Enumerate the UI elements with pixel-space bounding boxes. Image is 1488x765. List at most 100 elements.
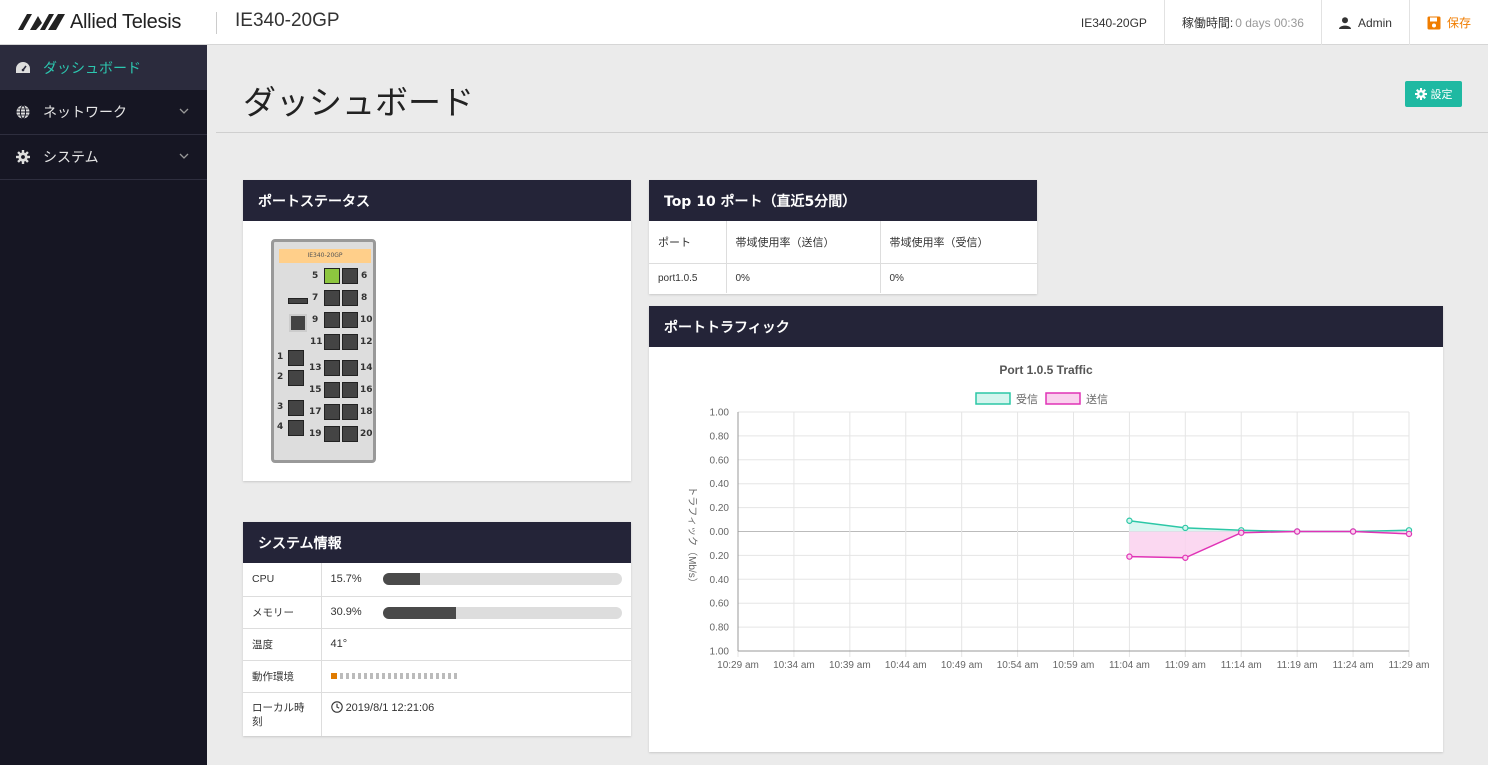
legend-swatch [975, 392, 1011, 405]
cpu-label: CPU [243, 563, 322, 597]
temperature-label: 温度 [243, 628, 322, 661]
sidebar-item-network[interactable]: ネットワーク [0, 90, 207, 135]
column-header[interactable]: 帯域使用率（送信） [726, 221, 881, 264]
header-divider [216, 12, 217, 34]
switch-faceplate: IE340-20GP 1 2 3 4 5 6 7 8 9 10 11 12 13… [271, 239, 376, 463]
y-tick-label: 0.40 [710, 479, 730, 490]
port-number: 2 [277, 372, 284, 382]
header-right: IE340-20GP 稼働時間: 0 days 00:36 Admin 保存 [1064, 0, 1488, 45]
port-5[interactable] [324, 268, 340, 284]
port-8[interactable] [342, 290, 358, 306]
system-info-panel: システム情報 CPU 15.7% メモリー 30.9% 温度 41° 動作環境 [243, 522, 631, 736]
gear-icon [1414, 88, 1427, 100]
port-19[interactable] [324, 426, 340, 442]
port-4[interactable] [288, 420, 304, 436]
port-18[interactable] [342, 404, 358, 420]
panel-title: ポートステータス [243, 180, 631, 221]
port-15[interactable] [324, 382, 340, 398]
panel-title: Top 10 ポート（直近5分間） [649, 180, 1037, 221]
port-number: 8 [361, 293, 368, 303]
data-point [1405, 530, 1413, 538]
save-button[interactable]: 保存 [1408, 0, 1488, 45]
data-point [1349, 528, 1357, 535]
x-tick-label: 11:04 am [1109, 660, 1150, 671]
user-menu[interactable]: Admin [1320, 0, 1409, 45]
chart-legend: 受信 送信 [975, 392, 1108, 406]
chevron-down-icon [179, 149, 189, 162]
allied-telesis-logo-icon [18, 14, 65, 30]
port-7[interactable] [324, 290, 340, 306]
x-tick-label: 10:54 am [997, 660, 1039, 671]
x-tick-label: 10:39 am [829, 660, 871, 671]
table-cell: 0% [889, 272, 904, 284]
port-20[interactable] [342, 426, 358, 442]
port-17[interactable] [324, 404, 340, 420]
sidebar-item-label: ダッシュボード [43, 60, 141, 77]
port-number: 11 [310, 337, 323, 347]
user-icon [1338, 16, 1351, 29]
port-number: 9 [312, 315, 319, 325]
x-tick-label: 10:29 am [717, 660, 759, 671]
column-header[interactable]: ポート [649, 221, 727, 264]
uptime: 稼働時間: 0 days 00:36 [1163, 0, 1321, 45]
device-title: IE340-20GP [235, 10, 340, 31]
settings-button[interactable]: 設定 [1405, 81, 1462, 107]
dashboard-icon [15, 60, 31, 76]
port-number: 4 [277, 422, 284, 432]
settings-label: 設定 [1430, 88, 1453, 101]
uptime-value: 0 days 00:36 [1235, 15, 1304, 30]
port-number: 16 [360, 385, 373, 395]
port-1[interactable] [288, 350, 304, 366]
memory-bar [382, 606, 622, 619]
data-point [1293, 528, 1301, 535]
port-slot [288, 298, 308, 304]
memory-bar-fill [382, 606, 457, 619]
legend-label: 受信 [1016, 393, 1038, 406]
port-number: 15 [309, 385, 322, 395]
cpu-value: 15.7% [330, 573, 362, 586]
port-number: 3 [277, 402, 284, 412]
table-row: メモリー 30.9% [243, 596, 631, 629]
sidebar-item-dashboard[interactable]: ダッシュボード [0, 45, 207, 90]
port-16[interactable] [342, 382, 358, 398]
port-14[interactable] [342, 360, 358, 376]
port-number: 19 [309, 429, 322, 439]
port-9[interactable] [324, 312, 340, 328]
port-status-panel: ポートステータス IE340-20GP 1 2 3 4 5 6 7 8 9 10… [243, 180, 631, 481]
x-tick-label: 11:14 am [1221, 660, 1262, 671]
memory-cell: 30.9% [321, 596, 631, 629]
port-11[interactable] [324, 334, 340, 350]
port-number: 14 [360, 363, 373, 373]
chart-grid [737, 411, 1410, 657]
x-tick-label: 11:09 am [1165, 660, 1206, 671]
environment-label: 動作環境 [243, 660, 322, 693]
port-number: 7 [312, 293, 319, 303]
brand-name: Allied Telesis [70, 10, 182, 33]
port-9-left[interactable] [289, 314, 307, 332]
title-divider [216, 132, 1488, 133]
top10-table: ポート 帯域使用率（送信） 帯域使用率（受信） port1.0.5 0% 0% [649, 221, 1037, 293]
port-number: 1 [277, 352, 284, 362]
port-number: 17 [309, 407, 322, 417]
port-number: 6 [361, 271, 368, 281]
x-tick-label: 11:24 am [1333, 660, 1374, 671]
legend-swatch [1045, 392, 1081, 405]
port-6[interactable] [342, 268, 358, 284]
port-10[interactable] [342, 312, 358, 328]
system-info-table: CPU 15.7% メモリー 30.9% 温度 41° 動作環境 ローカル時刻 … [243, 563, 631, 736]
data-point [1126, 553, 1133, 560]
port-3[interactable] [288, 400, 304, 416]
port-number: 18 [360, 407, 373, 417]
brand-logo[interactable]: Allied Telesis [18, 10, 181, 34]
temperature-value: 41° [321, 628, 631, 661]
port-2[interactable] [288, 370, 304, 386]
port-13[interactable] [324, 360, 340, 376]
data-point [1182, 554, 1189, 561]
data-point [1238, 529, 1245, 536]
sidebar-item-system[interactable]: システム [0, 135, 207, 180]
y-tick-label: 1.00 [710, 408, 730, 419]
column-header[interactable]: 帯域使用率（受信） [880, 221, 1037, 264]
panel-title: システム情報 [243, 522, 631, 563]
port-12[interactable] [342, 334, 358, 350]
table-row: ローカル時刻 2019/8/1 12:21:06 [243, 692, 631, 736]
